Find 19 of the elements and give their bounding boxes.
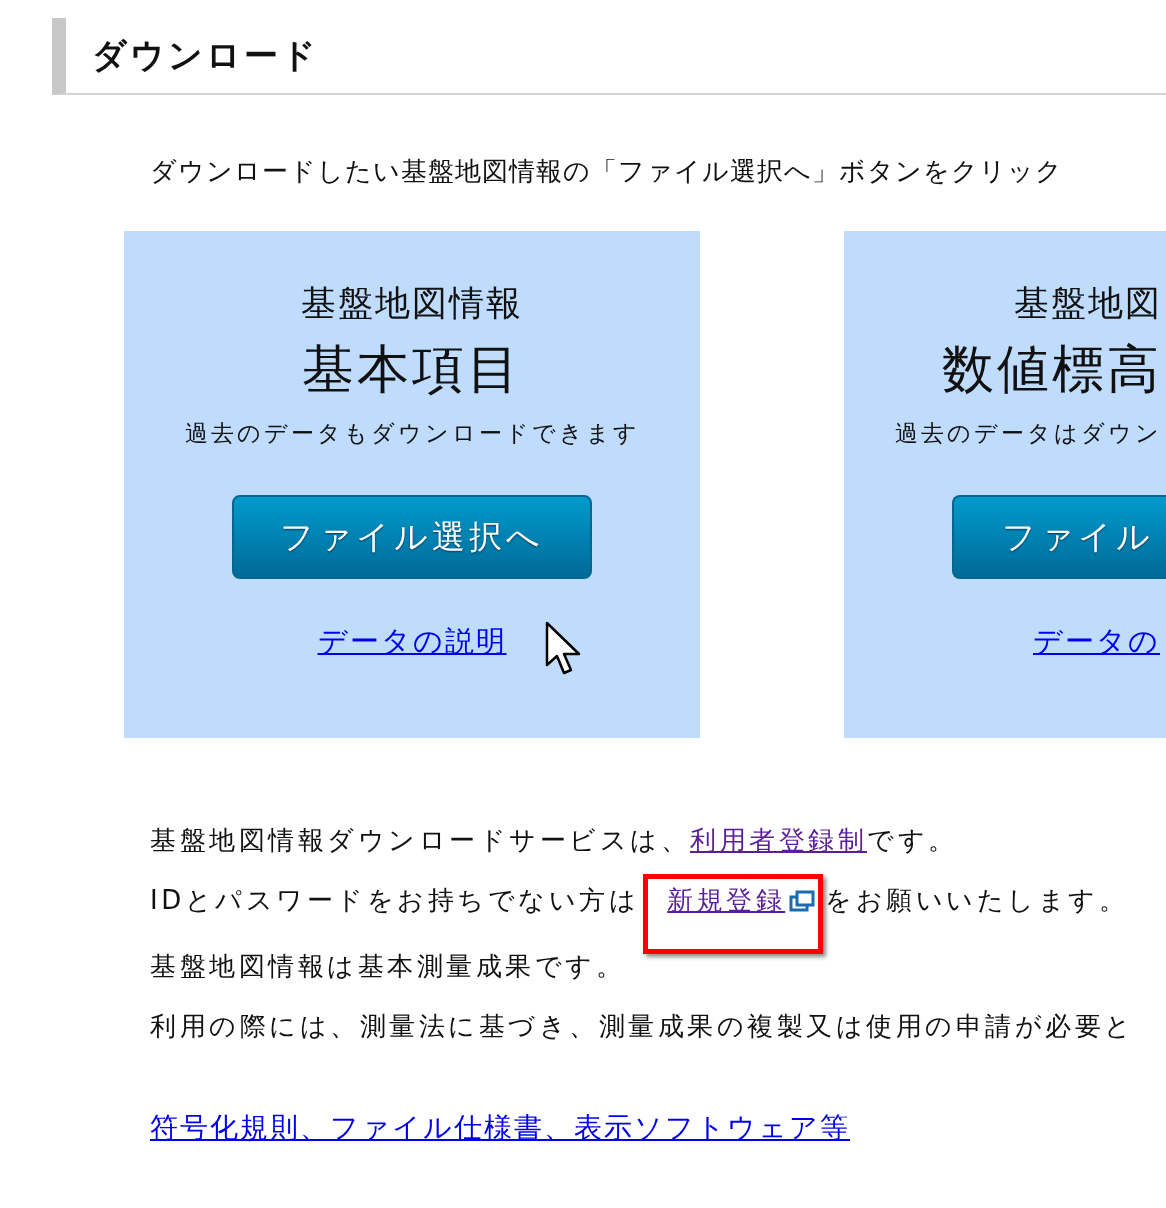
file-select-button[interactable]: ファイル <box>952 495 1166 579</box>
card-note: 過去のデータはダウン <box>895 419 1162 448</box>
card-title: 数値標高 <box>942 338 1162 401</box>
data-description-link[interactable]: データの <box>1033 621 1160 661</box>
notice-text: 基盤地図情報ダウンロードサービスは、利用者登録制 です。 <box>150 824 959 857</box>
registration-link[interactable]: 利用者登録制 <box>690 825 867 855</box>
registration-link[interactable]: 新規登録 <box>667 885 786 915</box>
card-title: 基本項目 <box>302 338 522 401</box>
notice-text: 利用の際には、測量法に基づき、測量成果の複製又は使用の申請が必要と <box>150 1010 1136 1043</box>
card-category: 基盤地図情報 <box>301 282 523 325</box>
notice-text: IDとパスワードをお持ちでない方は 新規登録 をお願いいたします。 <box>150 880 1166 920</box>
card-note: 過去のデータもダウンロードできます <box>184 419 640 448</box>
notice-text: 基盤地図情報は基本測量成果です。 <box>150 950 626 983</box>
file-select-button[interactable]: ファイル選択へ <box>232 495 592 579</box>
specification-link[interactable]: 符号化規則、ファイル仕様書、表示ソフトウェア等 <box>150 1106 850 1150</box>
page-title: ダウンロード <box>92 33 319 77</box>
card-category: 基盤地図 <box>1014 282 1162 325</box>
intro-text: ダウンロードしたい基盤地図情報の「ファイル選択へ」ボタンをクリック <box>150 155 1064 188</box>
data-description-link[interactable]: データの説明 <box>317 621 507 661</box>
